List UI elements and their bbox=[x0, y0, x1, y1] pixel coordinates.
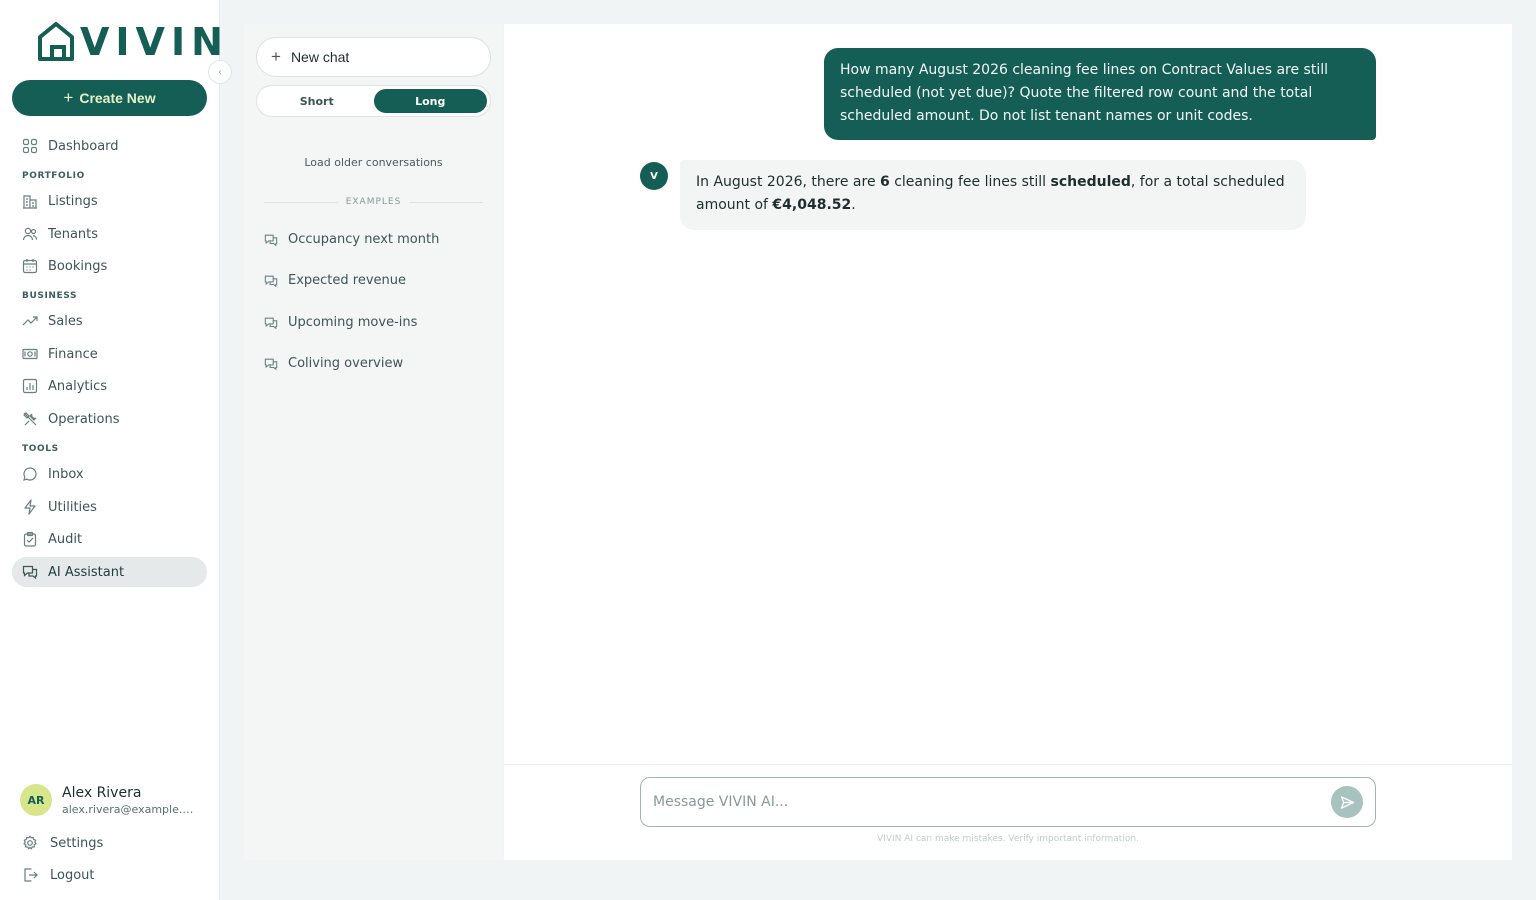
toggle-short[interactable]: Short bbox=[260, 89, 374, 113]
sidebar-item-label: Audit bbox=[48, 531, 83, 547]
length-toggle: Short Long bbox=[256, 85, 491, 117]
sidebar-item-finance[interactable]: Finance bbox=[12, 339, 207, 369]
sidebar-item-dashboard[interactable]: Dashboard bbox=[12, 131, 207, 161]
message-text: In August 2026, there are bbox=[696, 174, 881, 190]
send-icon bbox=[1340, 795, 1354, 809]
create-new-button[interactable]: + Create New bbox=[12, 80, 207, 116]
sidebar-item-label: Finance bbox=[48, 346, 98, 362]
sidebar-item-label: Inbox bbox=[48, 466, 84, 482]
example-label: Expected revenue bbox=[288, 273, 407, 288]
chat-bubbles-icon bbox=[264, 234, 278, 246]
sidebar-item-label: Dashboard bbox=[48, 138, 119, 154]
chat-bubbles-icon bbox=[264, 317, 278, 329]
example-label: Occupancy next month bbox=[288, 232, 440, 247]
total-amount: €4,048.52 bbox=[772, 197, 852, 213]
section-label-portfolio: PORTFOLIO bbox=[22, 171, 85, 181]
settings-button[interactable]: Settings bbox=[22, 835, 103, 851]
sidebar-item-label: Tenants bbox=[48, 226, 99, 242]
plus-icon: + bbox=[63, 88, 74, 107]
create-new-label: Create New bbox=[79, 90, 156, 106]
load-older-conversations[interactable]: Load older conversations bbox=[244, 156, 503, 169]
bar-chart-icon bbox=[22, 378, 38, 394]
message-input[interactable] bbox=[653, 794, 1331, 810]
chat-bubbles-icon bbox=[264, 275, 278, 287]
message-circle-icon bbox=[22, 466, 38, 482]
calendar-icon bbox=[22, 258, 38, 274]
message-composer bbox=[640, 777, 1376, 827]
new-chat-label: New chat bbox=[290, 49, 350, 65]
user-profile[interactable]: AR Alex Rivera alex.rivera@example.com bbox=[20, 784, 197, 816]
sidebar-item-listings[interactable]: Listings bbox=[12, 186, 207, 216]
assistant-avatar: V bbox=[640, 162, 668, 190]
chat-area: How many August 2026 cleaning fee lines … bbox=[504, 24, 1512, 860]
message-text: . bbox=[851, 197, 856, 213]
gear-icon bbox=[23, 835, 37, 850]
brand-logo[interactable]: VIVIN bbox=[36, 20, 229, 64]
new-chat-button[interactable]: + New chat bbox=[256, 37, 491, 77]
building-icon bbox=[22, 193, 38, 209]
sidebar-item-utilities[interactable]: Utilities bbox=[12, 492, 207, 522]
logout-label: Logout bbox=[50, 867, 95, 883]
user-email: alex.rivera@example.com bbox=[62, 802, 197, 816]
sidebar-item-label: AI Assistant bbox=[48, 564, 125, 580]
user-name: Alex Rivera bbox=[62, 784, 142, 801]
example-label: Upcoming move-ins bbox=[288, 315, 418, 330]
sidebar-item-sales[interactable]: Sales bbox=[12, 306, 207, 336]
sidebar-item-label: Utilities bbox=[48, 499, 97, 515]
clipboard-icon bbox=[22, 531, 38, 547]
sidebar-item-label: Sales bbox=[48, 313, 83, 329]
users-icon bbox=[22, 226, 38, 242]
banknote-icon bbox=[22, 346, 38, 362]
composer-divider bbox=[504, 764, 1512, 765]
trending-up-icon bbox=[22, 313, 38, 329]
example-label: Coliving overview bbox=[288, 356, 404, 371]
disclaimer: VIVIN AI can make mistakes. Verify impor… bbox=[877, 834, 1139, 844]
logout-icon bbox=[24, 868, 38, 882]
collapse-sidebar-button[interactable]: ‹ bbox=[208, 60, 232, 84]
sidebar: VIVIN + Create New Dashboard PORTFOLIO L… bbox=[0, 0, 223, 900]
tools-icon bbox=[22, 411, 38, 427]
sidebar-item-audit[interactable]: Audit bbox=[12, 524, 207, 554]
example-item[interactable]: Expected revenue bbox=[264, 273, 406, 288]
section-label-tools: TOOLS bbox=[22, 444, 59, 454]
send-button[interactable] bbox=[1331, 786, 1363, 818]
settings-label: Settings bbox=[50, 835, 104, 851]
avatar: AR bbox=[20, 784, 52, 816]
home-logo-icon bbox=[38, 22, 74, 61]
logout-button[interactable]: Logout bbox=[22, 867, 95, 883]
example-item[interactable]: Upcoming move-ins bbox=[264, 315, 417, 330]
sidebar-item-analytics[interactable]: Analytics bbox=[12, 371, 207, 401]
user-message: How many August 2026 cleaning fee lines … bbox=[824, 48, 1376, 140]
conversation-panel: + New chat Short Long Load older convers… bbox=[244, 24, 503, 860]
sidebar-item-label: Listings bbox=[48, 193, 98, 209]
sidebar-item-label: Analytics bbox=[48, 378, 108, 394]
sidebar-item-ai-assistant[interactable]: AI Assistant bbox=[12, 557, 207, 587]
chat-bubbles-icon bbox=[22, 564, 38, 580]
row-count: 6 bbox=[880, 174, 890, 190]
section-label-business: BUSINESS bbox=[22, 291, 78, 301]
sidebar-item-label: Operations bbox=[48, 411, 120, 427]
status-text: scheduled bbox=[1050, 174, 1131, 190]
sidebar-item-bookings[interactable]: Bookings bbox=[12, 251, 207, 281]
chat-bubbles-icon bbox=[264, 358, 278, 370]
assistant-message: In August 2026, there are 6 cleaning fee… bbox=[680, 160, 1306, 230]
grid-icon bbox=[22, 138, 38, 154]
sidebar-item-operations[interactable]: Operations bbox=[12, 404, 207, 434]
sidebar-item-label: Bookings bbox=[48, 258, 108, 274]
plus-icon: + bbox=[271, 47, 281, 66]
message-text: cleaning fee lines still bbox=[889, 174, 1051, 190]
examples-divider: EXAMPLES bbox=[264, 197, 483, 207]
toggle-long[interactable]: Long bbox=[373, 89, 487, 113]
chevron-left-icon: ‹ bbox=[218, 66, 222, 78]
sidebar-item-inbox[interactable]: Inbox bbox=[12, 459, 207, 489]
example-item[interactable]: Occupancy next month bbox=[264, 232, 439, 247]
brand-name: VIVIN bbox=[80, 20, 229, 64]
lightning-icon bbox=[22, 499, 38, 515]
examples-label: EXAMPLES bbox=[345, 197, 402, 207]
example-item[interactable]: Coliving overview bbox=[264, 356, 403, 371]
sidebar-item-tenants[interactable]: Tenants bbox=[12, 219, 207, 249]
